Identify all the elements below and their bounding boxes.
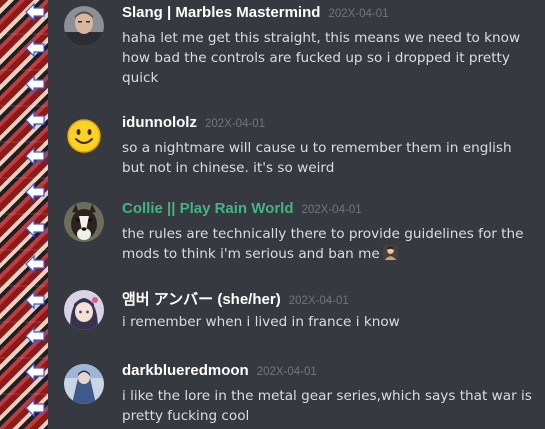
crying-person-emoji-icon bbox=[382, 245, 398, 260]
message-timestamp: 202X-04-01 bbox=[301, 204, 362, 216]
message-text: i remember when i lived in france i know bbox=[122, 314, 400, 330]
reply-arrow-icon bbox=[25, 38, 45, 58]
reply-arrow-icon bbox=[25, 74, 45, 94]
message-author[interactable]: Collie || Play Rain World bbox=[122, 200, 293, 217]
reply-arrow-icon bbox=[25, 398, 45, 418]
message-text: the rules are technically there to provi… bbox=[122, 224, 535, 264]
reply-arrow-icon bbox=[25, 110, 45, 130]
chat-window: Slang | Marbles Mastermind 202X-04-01 ha… bbox=[0, 0, 545, 429]
reply-arrow-icon bbox=[25, 182, 45, 202]
message-timestamp: 202X-04-01 bbox=[288, 295, 349, 307]
message-text: i like the lore in the metal gear series… bbox=[122, 388, 532, 424]
smiley-face-avatar[interactable] bbox=[64, 116, 104, 156]
anime-girl-avatar[interactable] bbox=[64, 290, 104, 330]
message-author[interactable]: idunnololz bbox=[122, 114, 197, 131]
decorative-side-strip bbox=[0, 0, 48, 429]
reply-arrow-icon bbox=[25, 326, 45, 346]
reply-arrow-icon bbox=[25, 362, 45, 382]
message-timestamp: 202X-04-01 bbox=[328, 8, 389, 20]
message-text: so a nightmare will cause u to remember … bbox=[122, 140, 512, 176]
reply-arrow-icon bbox=[25, 290, 45, 310]
reply-arrow-icon bbox=[25, 254, 45, 274]
message-author[interactable]: darkblueredmoon bbox=[122, 362, 249, 379]
reply-arrow-icon bbox=[25, 218, 45, 238]
reply-arrow-icon bbox=[25, 2, 45, 22]
blue-art-avatar[interactable] bbox=[64, 364, 104, 404]
reply-arrow-icon bbox=[25, 146, 45, 166]
man-photo-avatar[interactable] bbox=[64, 6, 104, 46]
message-timestamp: 202X-04-01 bbox=[256, 366, 317, 378]
message-author[interactable]: Slang | Marbles Mastermind bbox=[122, 4, 320, 21]
message-text: haha let me get this straight, this mean… bbox=[122, 30, 521, 86]
collie-dog-avatar[interactable] bbox=[64, 202, 104, 242]
message-author[interactable]: 앰버 アンバー (she/her) bbox=[122, 288, 281, 309]
message-timestamp: 202X-04-01 bbox=[204, 118, 266, 130]
message-text-body: the rules are technically there to provi… bbox=[122, 226, 524, 262]
